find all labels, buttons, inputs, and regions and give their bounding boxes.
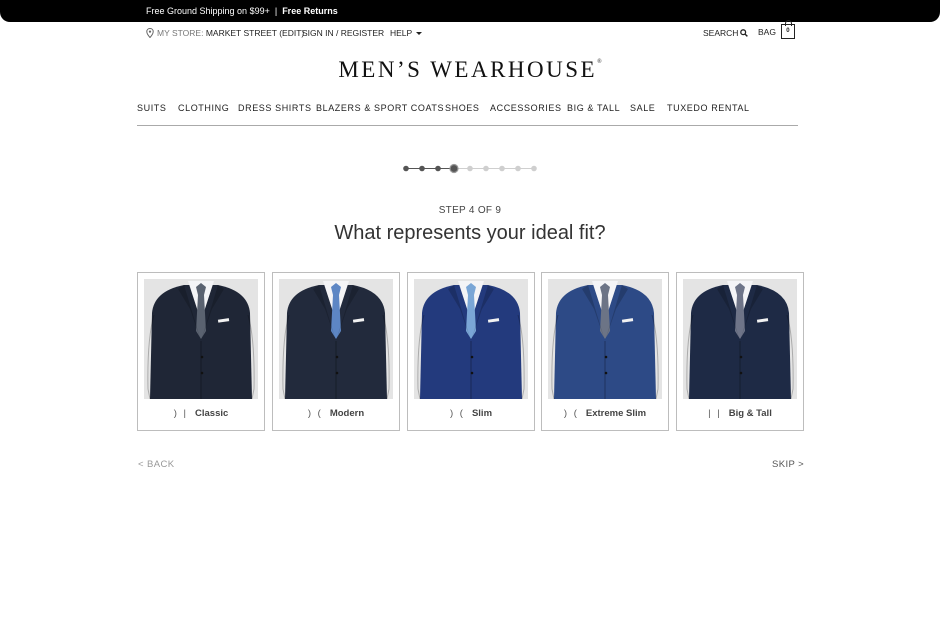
help-menu[interactable]: HELP [390,28,423,38]
suit-image [279,279,393,399]
progress-dot [483,165,489,172]
fit-option-caption: ) | Classic [138,408,264,419]
nav-item-clothing[interactable]: CLOTHING [178,103,229,113]
sign-in-link[interactable]: SIGN IN / REGISTER [302,28,384,38]
fit-option-big-tall[interactable]: | | Big & Tall [676,272,804,431]
progress-dot [467,165,473,172]
fit-option-caption: | | Big & Tall [677,408,803,419]
bag-button[interactable]: BAG 0 [758,20,795,39]
fit-label: Extreme Slim [585,408,647,419]
skip-button[interactable]: SKIP > [772,459,804,470]
fit-label: Big & Tall [728,408,772,419]
progress-dot [403,165,409,172]
fit-photo [144,279,258,399]
progress-dots [403,163,537,174]
fit-glyph-icon: ) ( [563,408,579,419]
fit-option-caption: ) ( Modern [273,408,399,419]
fit-glyph-icon: ) ( [307,408,323,419]
progress-dot [419,165,425,172]
nav-item-shoes[interactable]: SHOES [445,103,480,113]
nav-item-tuxedo-rental[interactable]: TUXEDO RENTAL [667,103,750,113]
back-button[interactable]: < BACK [138,459,174,470]
nav-item-big-tall[interactable]: BIG & TALL [567,103,620,113]
fit-glyph-icon: ) ( [449,408,465,419]
bag-count: 0 [786,28,790,34]
promo-bar: Free Ground Shipping on $99+ | Free Return… [0,0,940,22]
progress-dot [515,165,521,172]
nav-item-blazers-sport-coats[interactable]: BLAZERS & SPORT COATS [316,103,444,113]
promo-returns[interactable]: Free Returns [282,6,338,16]
fit-option-extreme-slim[interactable]: ) ( Extreme Slim [541,272,669,431]
logo-text: MEN’S WEARHOUSE [338,57,598,82]
search-label: SEARCH [703,28,739,38]
fit-photo [683,279,797,399]
help-label: HELP [390,28,413,38]
question-title: What represents your ideal fit? [334,222,606,244]
fit-label: Slim [471,408,493,419]
nav-item-dress-shirts[interactable]: DRESS SHIRTS [238,103,312,113]
my-store-name[interactable]: MARKET STREET (EDIT) [206,28,304,38]
fit-glyph-icon: | | [708,408,722,419]
progress-dot [435,165,441,172]
fit-label: Modern [329,408,365,419]
nav-item-suits[interactable]: SUITS [137,103,167,113]
my-store[interactable]: MY STORE: MARKET STREET (EDIT) [146,28,304,38]
bag-label: BAG [758,26,776,37]
promo-shipping: Free Ground Shipping on $99+ [146,6,270,16]
fit-option-modern[interactable]: ) ( Modern [272,272,400,431]
chevron-down-icon [416,31,423,35]
fit-option-slim[interactable]: ) ( Slim [407,272,535,431]
my-store-prefix: MY STORE: [157,28,204,38]
quiz-progress [400,162,540,176]
fit-photo [279,279,393,399]
progress-dot-current [449,163,459,174]
main-nav: SUITS CLOTHING DRESS SHIRTS BLAZERS & SP… [137,103,798,126]
fit-option-caption: ) ( Extreme Slim [542,408,668,419]
fit-glyph-icon: ) | [173,408,188,419]
nav-item-sale[interactable]: SALE [630,103,655,113]
fit-photo [414,279,528,399]
search-icon [740,29,749,37]
location-pin-icon [146,28,154,38]
logo-registered-mark: ® [597,59,602,65]
suit-image [548,279,662,399]
suit-image [683,279,797,399]
fit-photo [548,279,662,399]
step-label: STEP 4 OF 9 [438,205,502,216]
promo-separator: | [274,6,278,16]
fit-option-classic[interactable]: ) | Classic [137,272,265,431]
site-logo[interactable]: MEN’S WEARHOUSE® [0,57,940,83]
fit-option-caption: ) ( Slim [408,408,534,419]
suit-image [144,279,258,399]
fit-label: Classic [195,408,229,419]
progress-dot [531,165,537,172]
search-button[interactable]: SEARCH [703,28,749,38]
progress-dot [499,165,505,172]
suit-image [414,279,528,399]
bag-icon: 0 [780,20,795,39]
promo-text: Free Ground Shipping on $99+ | Free Return… [146,6,338,16]
nav-item-accessories[interactable]: ACCESSORIES [490,103,562,113]
